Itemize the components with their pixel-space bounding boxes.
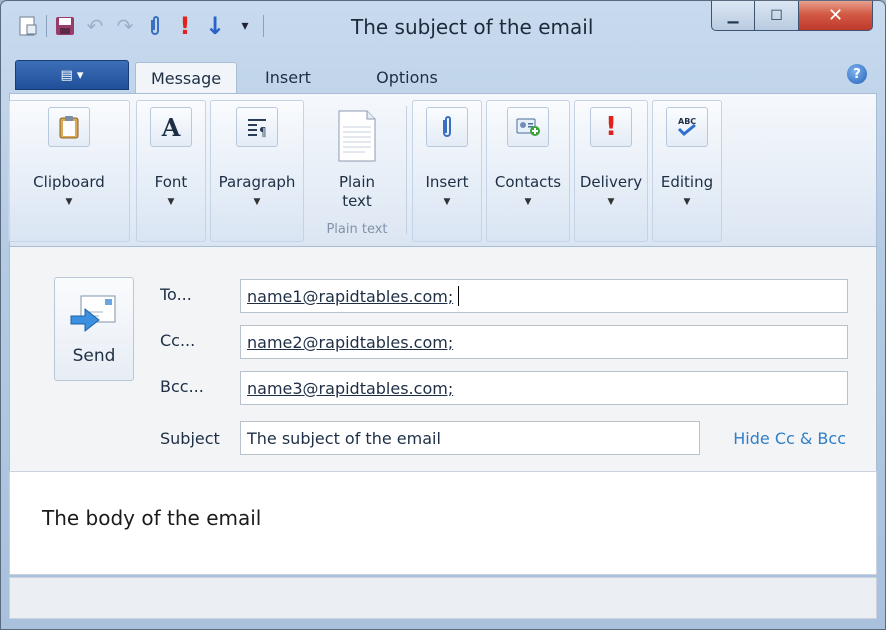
file-menu-label: ▤ ▾	[60, 67, 84, 83]
dropdown-arrow-icon: ▼	[443, 197, 451, 207]
window-title: The subject of the email	[351, 15, 594, 39]
dropdown-arrow-icon: ▼	[524, 197, 532, 207]
font-icon: A	[150, 107, 192, 147]
dropdown-arrow-icon: ▼	[607, 197, 615, 207]
ribbon-tabs: ▤ ▾ Message Insert Options ?	[9, 58, 877, 94]
minimize-button[interactable]: ▁	[711, 1, 755, 31]
dropdown-arrow-icon: ▼	[167, 197, 175, 207]
dropdown-arrow-icon: ▼	[65, 197, 73, 207]
ribbon-group-insert[interactable]: Insert ▼	[412, 100, 482, 242]
paragraph-icon: ¶	[236, 107, 278, 147]
minimize-icon: ▁	[727, 7, 739, 24]
close-button[interactable]: ✕	[799, 1, 873, 31]
mail-window: ↶ ↷ ! ↓ ▾ The subject of the email ▁ ☐ ✕…	[0, 0, 886, 630]
to-button[interactable]: To...	[160, 285, 192, 304]
status-bar	[9, 577, 877, 619]
recipient-address[interactable]: name2@rapidtables.com;	[247, 333, 453, 352]
redo-icon[interactable]: ↷	[110, 11, 140, 41]
bcc-field[interactable]: name3@rapidtables.com;	[240, 371, 848, 405]
ribbon-group-font[interactable]: A Font ▼	[136, 100, 206, 242]
low-importance-icon[interactable]: ↓	[200, 11, 230, 41]
group-label: Contacts	[494, 173, 562, 191]
save-icon[interactable]	[50, 11, 80, 41]
subject-field[interactable]: The subject of the email	[240, 421, 700, 455]
group-label: Clipboard	[33, 173, 105, 191]
spellcheck-icon: ABC	[666, 107, 708, 147]
contacts-icon	[507, 107, 549, 147]
maximize-icon: ☐	[770, 7, 783, 24]
ribbon: Clipboard ▼ A Font ▼ ¶ Paragraph ▼ Plain…	[8, 93, 877, 247]
compose-header: Send To... name1@rapidtables.com; Cc... …	[9, 247, 877, 471]
text-cursor	[458, 286, 460, 306]
customize-icon[interactable]: ▾	[230, 11, 260, 41]
file-menu-button[interactable]: ▤ ▾	[15, 60, 129, 90]
attach-icon[interactable]	[140, 11, 170, 41]
hide-cc-bcc-link[interactable]: Hide Cc & Bcc	[733, 429, 846, 448]
exclamation-icon: !	[590, 107, 632, 147]
group-caption: Plain text	[326, 222, 388, 237]
tab-options[interactable]: Options	[365, 62, 449, 92]
close-icon: ✕	[827, 5, 844, 26]
tab-insert[interactable]: Insert	[253, 62, 323, 92]
group-label: Font	[154, 173, 188, 191]
dropdown-arrow-icon: ▼	[683, 197, 691, 207]
svg-text:¶: ¶	[259, 125, 267, 138]
send-button[interactable]: Send	[54, 277, 134, 381]
recipient-address[interactable]: name3@rapidtables.com;	[247, 379, 453, 398]
window-controls: ▁ ☐ ✕	[711, 1, 873, 31]
recipient-address[interactable]: name1@rapidtables.com;	[247, 287, 453, 306]
clipboard-icon	[48, 107, 90, 147]
group-label: Paragraph	[218, 173, 296, 191]
ribbon-group-paragraph[interactable]: ¶ Paragraph ▼	[210, 100, 304, 242]
to-field[interactable]: name1@rapidtables.com;	[240, 279, 848, 313]
high-importance-icon[interactable]: !	[170, 11, 200, 41]
paperclip-icon	[426, 107, 468, 147]
group-label: Delivery	[579, 173, 643, 191]
undo-icon[interactable]: ↶	[80, 11, 110, 41]
group-label: Insert	[425, 173, 469, 191]
plain-text-icon	[335, 109, 379, 163]
tab-message[interactable]: Message	[135, 62, 237, 93]
ribbon-group-editing[interactable]: ABC Editing ▼	[652, 100, 722, 242]
ribbon-separator	[406, 106, 407, 234]
cc-button[interactable]: Cc...	[160, 331, 195, 350]
ribbon-group-delivery[interactable]: ! Delivery ▼	[574, 100, 648, 242]
ribbon-group-contacts[interactable]: Contacts ▼	[486, 100, 570, 242]
group-label: Plain text	[338, 173, 376, 210]
message-body[interactable]: The body of the email	[9, 471, 877, 575]
quick-access-toolbar: ↶ ↷ ! ↓ ▾	[13, 10, 267, 42]
body-text: The body of the email	[42, 506, 262, 530]
subject-label: Subject	[160, 429, 220, 448]
bcc-button[interactable]: Bcc...	[160, 377, 204, 396]
subject-text: The subject of the email	[247, 428, 441, 448]
help-icon[interactable]: ?	[847, 64, 867, 84]
group-label: Editing	[660, 173, 714, 191]
tab-label: Message	[150, 68, 222, 88]
maximize-button[interactable]: ☐	[755, 1, 799, 31]
ribbon-group-clipboard[interactable]: Clipboard ▼	[8, 100, 130, 242]
ribbon-group-plain-text[interactable]: Plain text Plain text	[310, 100, 404, 242]
dropdown-arrow-icon: ▼	[253, 197, 261, 207]
tab-label: Insert	[265, 67, 311, 87]
cc-field[interactable]: name2@rapidtables.com;	[240, 325, 848, 359]
title-bar: ↶ ↷ ! ↓ ▾ The subject of the email ▁ ☐ ✕	[1, 1, 885, 55]
send-label: Send	[72, 346, 116, 366]
tab-label: Options	[376, 67, 438, 87]
new-window-icon[interactable]	[13, 11, 43, 41]
send-icon	[69, 292, 119, 342]
